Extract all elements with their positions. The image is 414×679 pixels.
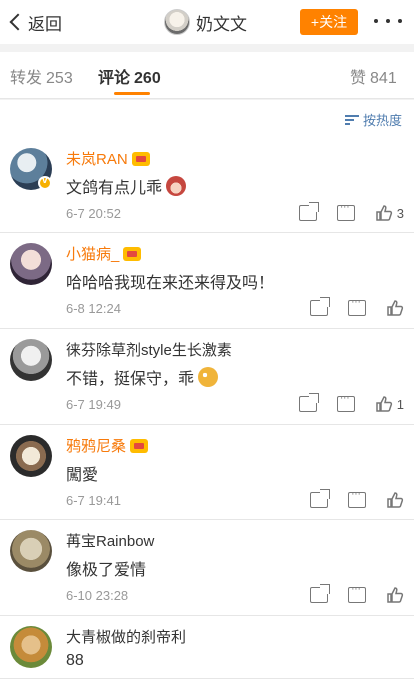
comment-actions: 3 [279, 201, 404, 222]
comment-text: 闖愛 [66, 461, 98, 485]
sort-icon [344, 114, 359, 126]
share-icon[interactable] [310, 489, 330, 508]
tab-likes[interactable]: 赞 841 [350, 64, 397, 88]
like-icon[interactable] [386, 299, 404, 317]
reply-icon[interactable] [348, 583, 366, 603]
page-title-area[interactable]: 奶文文 [164, 8, 247, 36]
comment-list: 未岚RAN 文鸽有点儿乖 6-7 20:52 3 小猫病_ 哈哈哈我现在来还来得… [0, 138, 414, 679]
avatar[interactable] [10, 243, 52, 285]
tab-comments[interactable]: 评论 260 [98, 64, 161, 88]
share-icon[interactable] [310, 584, 330, 603]
follow-button[interactable]: +关注 [300, 9, 358, 35]
comment-text: 不错，挺保守，乖 [66, 365, 219, 389]
like-count: 3 [396, 205, 404, 221]
comment-text-content: 88 [66, 652, 84, 669]
comment-text: 像极了爱情 [66, 556, 146, 580]
avatar [164, 9, 190, 35]
tab-label: 赞 [350, 70, 367, 87]
tab-label: 转发 [10, 70, 43, 87]
avatar[interactable] [10, 435, 52, 477]
more-options-icon[interactable] [374, 14, 402, 28]
avatar[interactable] [10, 530, 52, 572]
comment-text-content: 哈哈哈我现在来还来得及吗！ [66, 275, 275, 292]
back-button[interactable]: 返回 [8, 10, 62, 34]
back-label: 返回 [28, 14, 62, 34]
username-text: 鸦鸦尼桑 [66, 438, 127, 455]
comment-text-content: 像极了爱情 [66, 562, 147, 579]
avatar[interactable] [10, 339, 52, 381]
comment-text: 哈哈哈我现在来还来得及吗！ [66, 269, 274, 293]
tab-label: 评论 [98, 70, 131, 87]
comment-item: 鸦鸦尼桑 闖愛 6-7 19:41 [0, 425, 414, 520]
share-icon[interactable] [298, 393, 319, 412]
comment-time: 6-7 19:41 [66, 493, 121, 508]
reply-icon[interactable] [336, 201, 355, 221]
comment-time: 6-7 19:49 [66, 397, 121, 412]
sort-bar: 按热度 [0, 100, 414, 138]
chevron-left-icon [9, 13, 27, 31]
comment-item: 苒宝Rainbow 像极了爱情 6-10 23:28 [0, 520, 414, 616]
share-icon[interactable] [298, 202, 319, 221]
avatar[interactable] [10, 626, 52, 668]
like-icon[interactable] [375, 204, 393, 222]
monkey-emoji-icon [166, 176, 187, 196]
comment-item: 大青椒做的刹帝利 88 [0, 616, 414, 679]
comment-text-content: 不错，挺保守，乖 [66, 371, 195, 388]
comment-actions [290, 296, 404, 317]
like-count: 1 [396, 396, 404, 412]
vip-crown-icon [123, 246, 142, 261]
sort-by-hot-button[interactable]: 按热度 [344, 110, 402, 129]
page-title: 奶文文 [196, 14, 247, 34]
tab-count: 253 [46, 70, 73, 87]
comment-text-content: 文鸽有点儿乖 [66, 180, 163, 197]
active-tab-indicator [114, 92, 150, 95]
sort-label: 按热度 [362, 113, 402, 128]
divider [0, 98, 414, 99]
tab-count: 841 [370, 70, 397, 87]
comment-time: 6-8 12:24 [66, 301, 121, 316]
reply-icon[interactable] [348, 296, 366, 316]
tab-reposts[interactable]: 转发 253 [10, 64, 73, 88]
comment-time: 6-7 20:52 [66, 206, 121, 221]
comment-time: 6-10 23:28 [66, 588, 129, 603]
comment-username[interactable]: 苒宝Rainbow [66, 530, 154, 551]
username-text: 未岚RAN [66, 151, 128, 168]
comment-actions [290, 583, 404, 604]
comment-username[interactable]: 小猫病_ [66, 243, 142, 264]
comment-text-content: 闖愛 [66, 467, 99, 484]
top-nav-bar: 返回 奶文文 +关注 [0, 0, 414, 44]
tab-bar: 转发 253 评论 260 赞 841 [0, 52, 414, 98]
verified-badge-icon [38, 175, 52, 190]
like-icon[interactable] [386, 586, 404, 604]
comment-item: 徕芬除草剂style生长激素 不错，挺保守，乖 6-7 19:49 1 [0, 329, 414, 425]
vip-crown-icon [131, 151, 150, 166]
comment-actions [290, 488, 404, 509]
comment-username[interactable]: 鸦鸦尼桑 [66, 435, 149, 456]
reply-icon[interactable] [336, 392, 355, 412]
share-icon[interactable] [310, 297, 330, 316]
like-icon[interactable] [375, 395, 393, 413]
comment-item: 小猫病_ 哈哈哈我现在来还来得及吗！ 6-8 12:24 [0, 233, 414, 329]
like-icon[interactable] [386, 491, 404, 509]
vip-crown-icon [130, 438, 149, 453]
reply-icon[interactable] [348, 488, 366, 508]
username-text: 苒宝Rainbow [66, 533, 155, 550]
username-text: 大青椒做的刹帝利 [66, 629, 187, 646]
comment-text: 88 [66, 652, 84, 670]
comment-username[interactable]: 徕芬除草剂style生长激素 [66, 339, 232, 360]
username-text: 徕芬除草剂style生长激素 [66, 342, 232, 359]
comment-username[interactable]: 大青椒做的刹帝利 [66, 626, 186, 647]
comment-item: 未岚RAN 文鸽有点儿乖 6-7 20:52 3 [0, 138, 414, 233]
username-text: 小猫病_ [66, 246, 120, 263]
comment-username[interactable]: 未岚RAN [66, 148, 150, 169]
tab-count: 260 [134, 70, 161, 87]
comment-actions: 1 [279, 392, 404, 413]
comment-text: 文鸽有点儿乖 [66, 174, 187, 198]
kiss-emoji-icon [198, 367, 219, 387]
